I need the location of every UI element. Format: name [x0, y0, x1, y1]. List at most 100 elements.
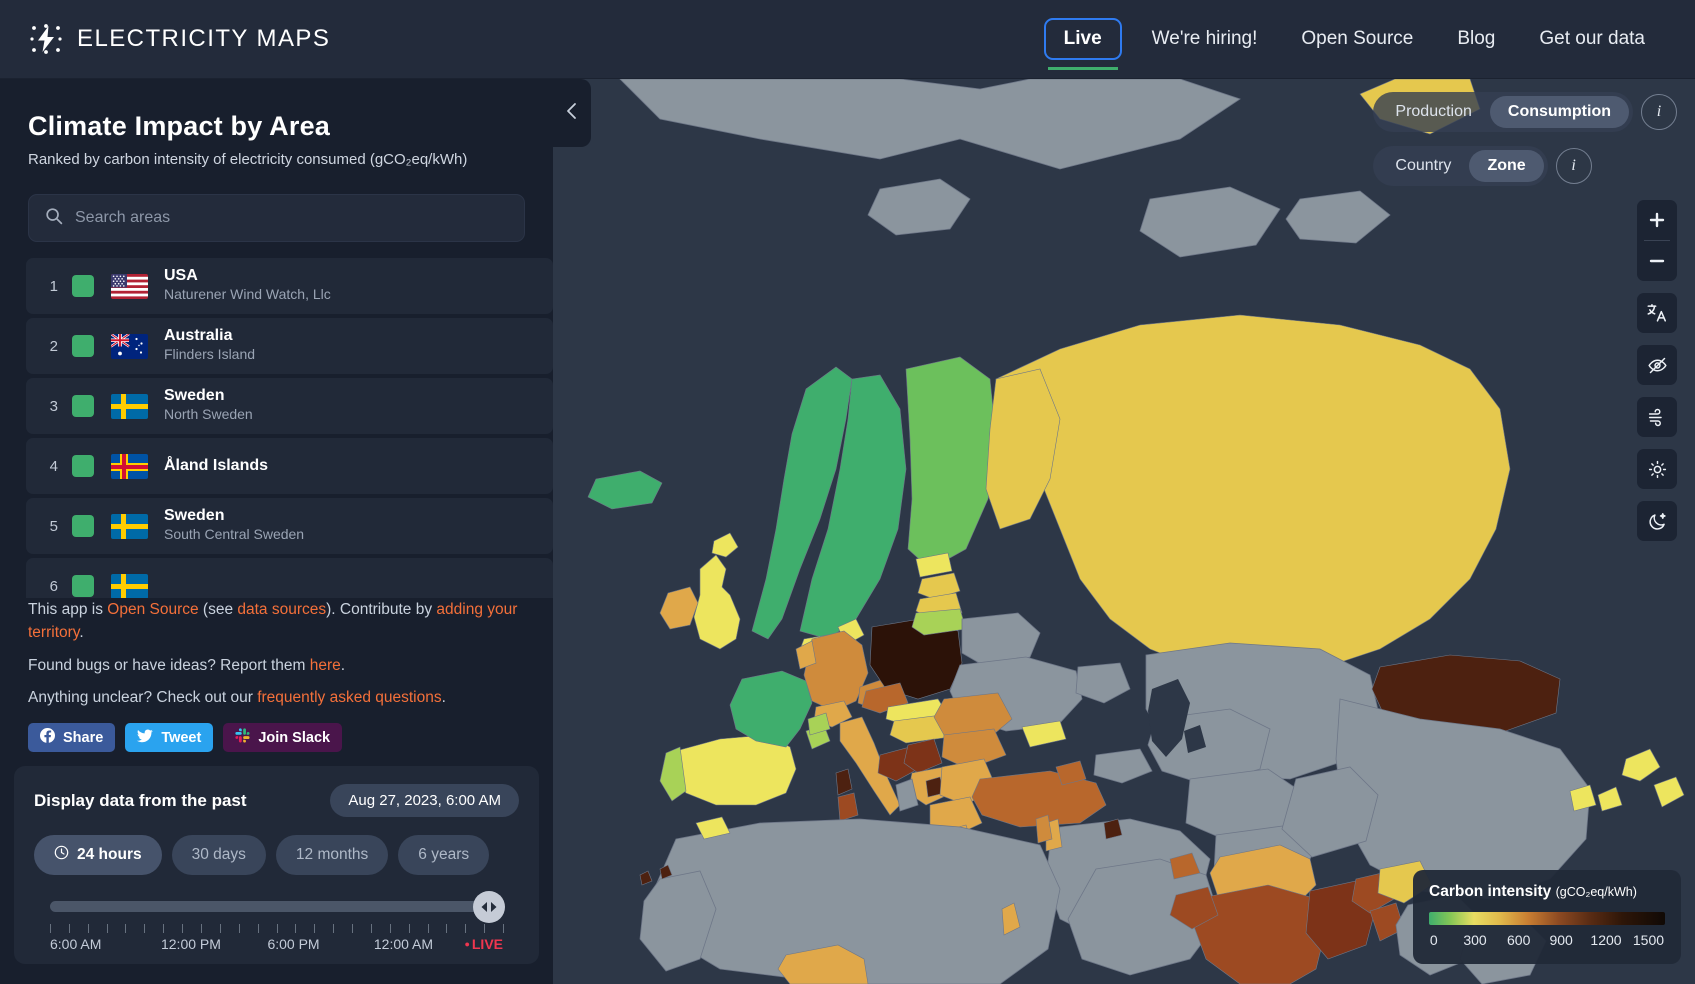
wind-icon[interactable]: [1637, 397, 1677, 437]
production-consumption-toggle[interactable]: Production Consumption: [1373, 92, 1633, 132]
link-faq[interactable]: frequently asked questions: [257, 689, 441, 706]
list-item[interactable]: 5 Sweden South Central Sweden: [26, 498, 553, 554]
slider-tick: [465, 924, 466, 933]
search-input[interactable]: [75, 209, 508, 227]
range-6-years[interactable]: 6 years: [398, 835, 489, 875]
link-data-sources[interactable]: data sources: [237, 601, 326, 618]
range-label: 12 months: [296, 846, 368, 864]
legend-unit: (gCO₂eq/kWh): [1556, 885, 1637, 899]
footer-blurb: This app is Open Source (see data source…: [0, 598, 553, 732]
carbon-swatch: [72, 575, 94, 597]
zone-name: South Central Sweden: [164, 526, 304, 542]
carbon-intensity-legend: Carbon intensity (gCO₂eq/kWh) 0 300 600 …: [1413, 870, 1681, 964]
nav-item-live[interactable]: Live: [1044, 18, 1122, 60]
link-open-source[interactable]: Open Source: [107, 601, 198, 618]
range-selector: 24 hours 30 days 12 months 6 years: [34, 835, 519, 875]
blurb-text: ). Contribute by: [326, 601, 436, 618]
toggle-zone[interactable]: Zone: [1469, 150, 1543, 182]
range-12-months[interactable]: 12 months: [276, 835, 388, 875]
left-right-arrows-icon[interactable]: [473, 891, 505, 923]
flag-icon-se: [111, 514, 148, 539]
time-controls-panel: Display data from the past Aug 27, 2023,…: [14, 766, 539, 964]
solar-layer-button[interactable]: [1637, 449, 1677, 489]
country-name: Australia: [164, 327, 232, 344]
zone-name: Naturener Wind Watch, Llc: [164, 286, 331, 302]
slider-tick: [220, 924, 221, 933]
blurb-line-1: This app is Open Source (see data source…: [28, 598, 525, 645]
mode-info-button[interactable]: i: [1641, 94, 1677, 130]
blurb-text: Anything unclear? Check out our: [28, 689, 257, 706]
slider-tick: [333, 924, 334, 933]
wind-layer-button[interactable]: [1637, 397, 1677, 437]
zone-name: Flinders Island: [164, 346, 255, 362]
time-slider[interactable]: [34, 897, 519, 915]
range-label: 24 hours: [77, 846, 142, 864]
nav-item-blog[interactable]: Blog: [1435, 20, 1517, 58]
time-panel-label: Display data from the past: [34, 791, 247, 811]
nav-item-open-source[interactable]: Open Source: [1279, 20, 1435, 58]
area-ranking-list[interactable]: 1 USA: [0, 258, 553, 614]
map-tool-buttons: [1637, 200, 1677, 553]
list-item[interactable]: 3 Sweden North Sweden: [26, 378, 553, 434]
slider-track[interactable]: [50, 901, 493, 912]
slider-tick: [88, 924, 89, 933]
facebook-icon: [40, 728, 55, 747]
brand[interactable]: ELECTRICITY MAPS: [26, 19, 330, 59]
link-report-here[interactable]: here: [310, 657, 341, 674]
blurb-line-2: Found bugs or have ideas? Report them he…: [28, 654, 525, 677]
slider-tick: [428, 924, 429, 933]
legend-gradient-bar: [1429, 912, 1665, 925]
flag-icon-us: [111, 274, 148, 299]
dark-mode-button[interactable]: [1637, 501, 1677, 541]
main-nav: Live We're hiring! Open Source Blog Get …: [1044, 18, 1667, 60]
country-zone-toggle[interactable]: Country Zone: [1373, 146, 1547, 186]
search-input-wrapper[interactable]: [28, 194, 525, 242]
range-label: 30 days: [192, 846, 246, 864]
moon-icon[interactable]: [1637, 501, 1677, 541]
language-button[interactable]: [1637, 293, 1677, 333]
legend-tick-1: 300: [1463, 932, 1486, 948]
slider-ticks: [50, 924, 503, 933]
toggle-production[interactable]: Production: [1377, 96, 1490, 128]
slider-tick: [258, 924, 259, 933]
sun-icon[interactable]: [1637, 449, 1677, 489]
tweet-button[interactable]: Tweet: [125, 723, 213, 752]
legend-tick-2: 600: [1507, 932, 1530, 948]
clock-icon: [54, 845, 69, 865]
share-label: Share: [63, 730, 103, 746]
rank-number: 6: [26, 578, 58, 595]
language-icon[interactable]: [1637, 293, 1677, 333]
legend-tick-5: 1500: [1633, 932, 1664, 948]
country-name: Åland Islands: [164, 457, 268, 474]
toggle-country[interactable]: Country: [1377, 150, 1469, 182]
scope-info-button[interactable]: i: [1556, 148, 1592, 184]
join-slack-button[interactable]: Join Slack: [223, 723, 342, 752]
timestamp-chip[interactable]: Aug 27, 2023, 6:00 AM: [330, 784, 519, 817]
slider-tick: [182, 924, 183, 933]
slider-axis-labels: 6:00 AM 12:00 PM 6:00 PM 12:00 AM LIVE: [50, 936, 503, 954]
nav-item-get-our-data[interactable]: Get our data: [1517, 20, 1667, 58]
range-30-days[interactable]: 30 days: [172, 835, 266, 875]
slider-tick: [69, 924, 70, 933]
list-item[interactable]: 4 Åland Islands: [26, 438, 553, 494]
list-item[interactable]: 2: [26, 318, 553, 374]
nav-item-hiring[interactable]: We're hiring!: [1130, 20, 1280, 58]
zoom-out-icon[interactable]: [1637, 241, 1677, 281]
axis-label-2: 6:00 PM: [267, 936, 319, 952]
slider-tick: [352, 924, 353, 933]
list-item[interactable]: 1 USA: [26, 258, 553, 314]
axis-label-3: 12:00 AM: [374, 936, 433, 952]
range-24-hours[interactable]: 24 hours: [34, 835, 162, 875]
eye-off-icon[interactable]: [1637, 345, 1677, 385]
share-button[interactable]: Share: [28, 723, 115, 752]
hide-layer-button[interactable]: [1637, 345, 1677, 385]
carbon-swatch: [72, 275, 94, 297]
range-label: 6 years: [418, 846, 469, 864]
legend-title: Carbon intensity (gCO₂eq/kWh): [1429, 883, 1665, 901]
zoom-in-icon[interactable]: [1637, 200, 1677, 240]
social-buttons: Share Tweet Join: [28, 723, 342, 752]
collapse-panel-button[interactable]: [553, 79, 591, 147]
slider-tick: [239, 924, 240, 933]
blurb-text: .: [341, 657, 345, 674]
toggle-consumption[interactable]: Consumption: [1490, 96, 1629, 128]
